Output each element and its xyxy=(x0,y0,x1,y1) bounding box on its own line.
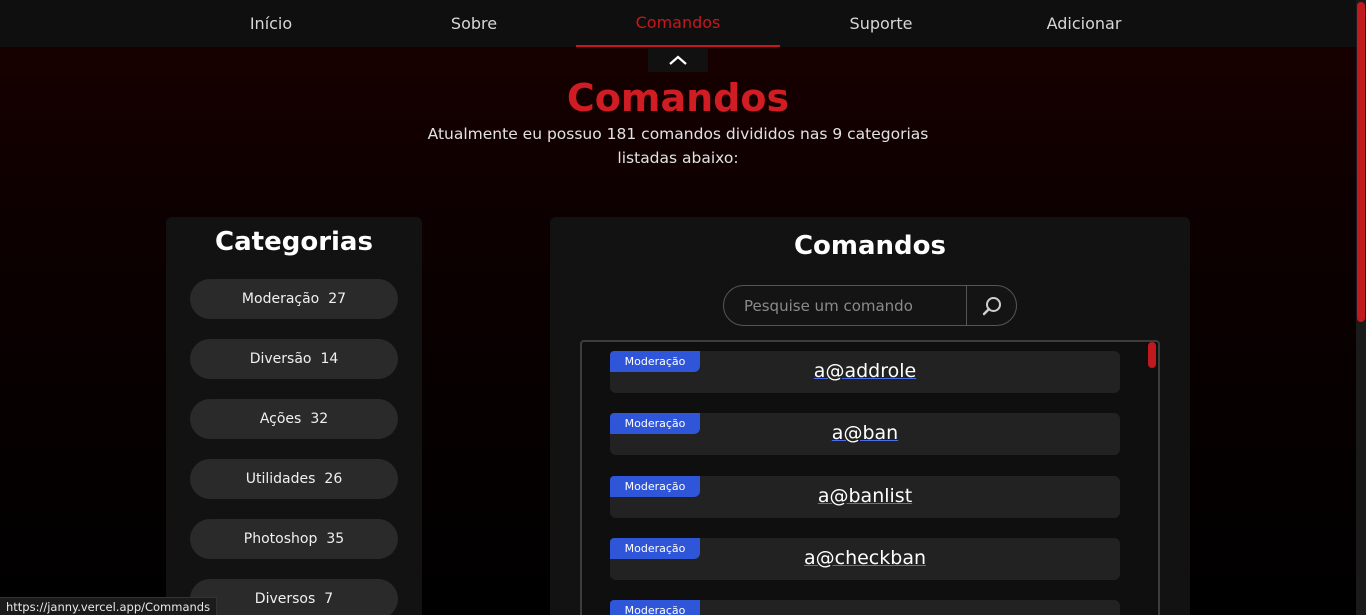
commands-panel: Comandos Moderação a@addrole Moderação a… xyxy=(550,217,1190,615)
command-category-badge: Moderação xyxy=(610,600,700,615)
categories-panel: Categorias Moderação 27 Diversão 14 Açõe… xyxy=(166,217,422,615)
command-name[interactable]: a@addrole xyxy=(610,360,1120,382)
categories-title: Categorias xyxy=(215,227,373,257)
category-label: Diversão xyxy=(249,351,312,367)
collapse-nav-button[interactable] xyxy=(648,48,708,72)
category-label: Ações xyxy=(259,411,302,427)
category-count: 7 xyxy=(324,591,334,607)
page-description: Atualmente eu possuo 181 comandos dividi… xyxy=(427,125,929,167)
chevron-up-icon xyxy=(669,55,687,65)
command-name[interactable]: a@ban xyxy=(610,422,1120,444)
command-row[interactable]: Moderação a@addrole xyxy=(610,351,1120,393)
search-input[interactable] xyxy=(724,286,966,325)
category-count: 26 xyxy=(324,471,343,487)
search-bar xyxy=(723,285,1017,326)
nav-item-adicionar[interactable]: Adicionar xyxy=(982,0,1186,47)
top-nav: Início Sobre Comandos Suporte Adicionar xyxy=(0,0,1356,47)
category-count: 35 xyxy=(326,531,345,547)
category-label: Photoshop xyxy=(243,531,318,547)
category-diversao[interactable]: Diversão 14 xyxy=(190,339,398,379)
category-count: 14 xyxy=(320,351,339,367)
category-count: 27 xyxy=(328,291,347,307)
commands-list[interactable]: Moderação a@addrole Moderação a@ban Mode… xyxy=(580,340,1160,615)
page-scrollbar-thumb[interactable] xyxy=(1357,2,1365,322)
category-label: Utilidades xyxy=(245,471,316,487)
nav-item-comandos[interactable]: Comandos xyxy=(576,0,780,47)
category-moderacao[interactable]: Moderação 27 xyxy=(190,279,398,319)
command-name[interactable]: a@checkban xyxy=(610,547,1120,569)
commands-title: Comandos xyxy=(793,231,947,261)
command-row[interactable]: Moderação a@checkban xyxy=(610,538,1120,580)
nav-item-sobre[interactable]: Sobre xyxy=(372,0,576,47)
category-diversos[interactable]: Diversos 7 xyxy=(190,579,398,615)
status-bar-url: https://janny.vercel.app/Commands xyxy=(0,597,218,615)
command-row[interactable]: Moderação a@ban xyxy=(610,413,1120,455)
command-row[interactable]: Moderação a@banlist xyxy=(610,476,1120,518)
category-label: Moderação xyxy=(241,291,320,307)
search-icon xyxy=(982,296,1001,315)
search-button[interactable] xyxy=(966,286,1016,325)
category-acoes[interactable]: Ações 32 xyxy=(190,399,398,439)
category-photoshop[interactable]: Photoshop 35 xyxy=(190,519,398,559)
page-title: Comandos xyxy=(566,76,790,120)
command-name[interactable]: a@banlist xyxy=(610,485,1120,507)
nav-item-suporte[interactable]: Suporte xyxy=(779,0,983,47)
list-scrollbar[interactable] xyxy=(1148,342,1156,368)
command-row[interactable]: Moderação xyxy=(610,600,1120,615)
category-count: 32 xyxy=(310,411,329,427)
category-label: Diversos xyxy=(254,591,316,607)
nav-item-inicio[interactable]: Início xyxy=(169,0,373,47)
category-utilidades[interactable]: Utilidades 26 xyxy=(190,459,398,499)
